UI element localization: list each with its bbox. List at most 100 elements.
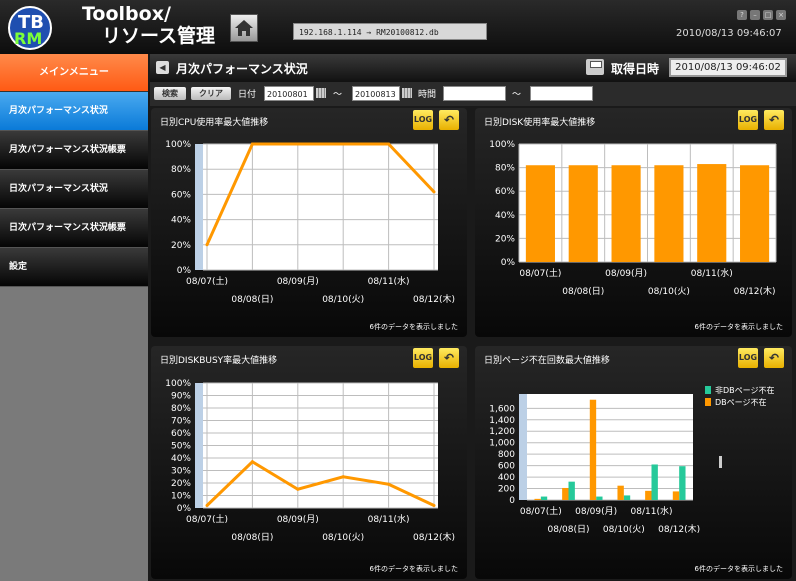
data-point: [341, 142, 345, 146]
bar: [679, 466, 686, 500]
sidebar-item-settings[interactable]: 設定: [0, 248, 148, 287]
y-tick-label: 80%: [171, 165, 191, 175]
x-tick-label: 08/08(日): [231, 532, 273, 543]
y-tick-label: 0%: [177, 266, 192, 276]
x-tick-label: 08/09(月): [575, 506, 617, 517]
bar: [672, 491, 680, 500]
search-button[interactable]: 検索: [154, 87, 186, 100]
chart-footer: 6件のデータを表示しました: [694, 565, 783, 573]
x-tick-label: 08/10(火): [603, 524, 645, 535]
y-tick-label: 400: [498, 473, 515, 483]
x-tick-label: 08/10(火): [322, 532, 364, 543]
sidebar: メインメニュー 月次パフォーマンス状況 月次パフォーマンス状況帳票 日次パフォー…: [0, 54, 148, 581]
x-tick-label: 08/09(月): [277, 276, 319, 287]
y-tick-label: 20%: [171, 479, 191, 489]
y-tick-label: 50%: [171, 442, 191, 452]
chart-footer: 6件のデータを表示しました: [694, 323, 783, 331]
time-to-input[interactable]: [530, 86, 593, 101]
plot-background: [519, 394, 693, 500]
date-from-input[interactable]: 20100801: [264, 86, 314, 101]
back-icon[interactable]: ◀: [156, 61, 169, 74]
data-point: [205, 243, 209, 247]
home-button[interactable]: [230, 14, 258, 42]
x-tick-label: 08/10(火): [322, 294, 364, 305]
sidebar-header: メインメニュー: [0, 54, 148, 92]
x-tick-label: 08/11(水): [368, 275, 410, 287]
x-tick-label: 08/07(土): [520, 505, 562, 517]
bar: [697, 164, 727, 262]
data-point: [296, 487, 300, 491]
calendar-icon[interactable]: [402, 88, 412, 98]
x-tick-label: 08/09(月): [605, 268, 647, 279]
y-tick-label: 90%: [171, 392, 191, 402]
bar: [525, 165, 555, 262]
bar: [534, 498, 541, 500]
calendar-icon[interactable]: [316, 88, 326, 98]
print-icon[interactable]: [586, 59, 604, 75]
sidebar-item-monthly[interactable]: 月次パフォーマンス状況: [0, 92, 148, 131]
legend-swatch: [705, 398, 711, 406]
x-tick-label: 08/07(土): [186, 513, 228, 525]
cpu-chart: 0% 20% 40% 60% 80% 100% 08/07(土)08/08(日) 08/09(…: [165, 140, 455, 305]
fetch-time-label: 取得日時: [611, 62, 660, 76]
svg-text:RM: RM: [14, 29, 42, 48]
date-range-tilde: ～: [333, 90, 343, 100]
bar: [568, 481, 575, 500]
chart-panel-diskbusy: 日別DISKBUSY率最大値推移 LOG ↶ 0% 10% 20% 30% 40% 50%…: [151, 346, 467, 579]
sidebar-item-monthly-report[interactable]: 月次パフォーマンス状況帳票: [0, 131, 148, 170]
y-tick-label: 70%: [171, 417, 191, 427]
time-label: 時間: [418, 90, 437, 100]
data-point: [296, 142, 300, 146]
y-tick-label: 60%: [171, 429, 191, 439]
date-label: 日付: [238, 90, 257, 100]
y-tick-label: 0%: [177, 504, 192, 514]
time-from-input[interactable]: [443, 86, 506, 101]
sidebar-item-daily-report[interactable]: 日次パフォーマンス状況帳票: [0, 209, 148, 248]
bar: [740, 165, 770, 262]
plot-background: [195, 144, 438, 270]
y-tick-label: 40%: [171, 216, 191, 226]
x-tick-label: 08/08(日): [562, 286, 604, 297]
bar: [645, 490, 652, 500]
x-tick-label: 08/12(木): [658, 523, 700, 535]
x-tick-label: 08/12(木): [734, 285, 776, 297]
y-tick-label: 30%: [171, 467, 191, 477]
x-tick-label: 08/11(水): [631, 505, 673, 517]
chart-panel-pagefault: 日別ページ不在回数最大値推移 LOG ↶ 0 200 400 600 800 1,000 1…: [475, 346, 792, 579]
app-title-line2: リソース管理: [102, 25, 216, 47]
y-tick-label: 1,000: [489, 439, 515, 449]
sidebar-item-daily[interactable]: 日次パフォーマンス状況: [0, 170, 148, 209]
help-icon[interactable]: ?: [737, 10, 747, 20]
y-tick-label: 800: [498, 450, 515, 460]
clear-button[interactable]: クリア: [191, 87, 231, 100]
minimize-icon[interactable]: –: [750, 10, 760, 20]
page-title: 月次パフォーマンス状況: [176, 62, 308, 76]
pagefault-chart: 0200 400600 8001,000 1,2001,400 1,600 08/07(土…: [489, 385, 774, 535]
y-tick-label: 60%: [495, 187, 515, 197]
header-clock: 2010/08/13 09:46:07: [676, 28, 782, 39]
data-point: [432, 504, 436, 507]
scroll-handle: [719, 456, 722, 468]
plot-axis-bar: [195, 144, 203, 270]
close-icon[interactable]: ×: [776, 10, 786, 20]
y-tick-label: 40%: [171, 454, 191, 464]
y-tick-label: 200: [498, 485, 515, 495]
y-tick-label: 100%: [489, 140, 515, 150]
bar: [651, 464, 658, 500]
y-tick-label: 40%: [495, 211, 515, 221]
legend-label: DBページ不在: [715, 397, 767, 407]
y-tick-label: 1,600: [489, 404, 515, 414]
y-tick-label: 600: [498, 462, 515, 472]
home-icon: [235, 20, 253, 36]
date-to-input[interactable]: 20100813: [352, 86, 400, 101]
bar: [611, 165, 641, 262]
app-title-line1: Toolbox/: [82, 3, 171, 25]
disk-chart: 0% 20% 40% 60% 80% 100% 08/07(土)08/08(日)08/09(…: [489, 140, 777, 297]
maximize-icon[interactable]: □: [763, 10, 773, 20]
bar: [654, 165, 684, 262]
data-point: [387, 142, 391, 146]
search-bar: 検索 クリア 日付 20100801 ～ 20100813 時間 ～: [150, 82, 796, 106]
data-point: [341, 475, 345, 479]
bar: [596, 496, 603, 500]
y-tick-label: 0: [509, 496, 515, 506]
